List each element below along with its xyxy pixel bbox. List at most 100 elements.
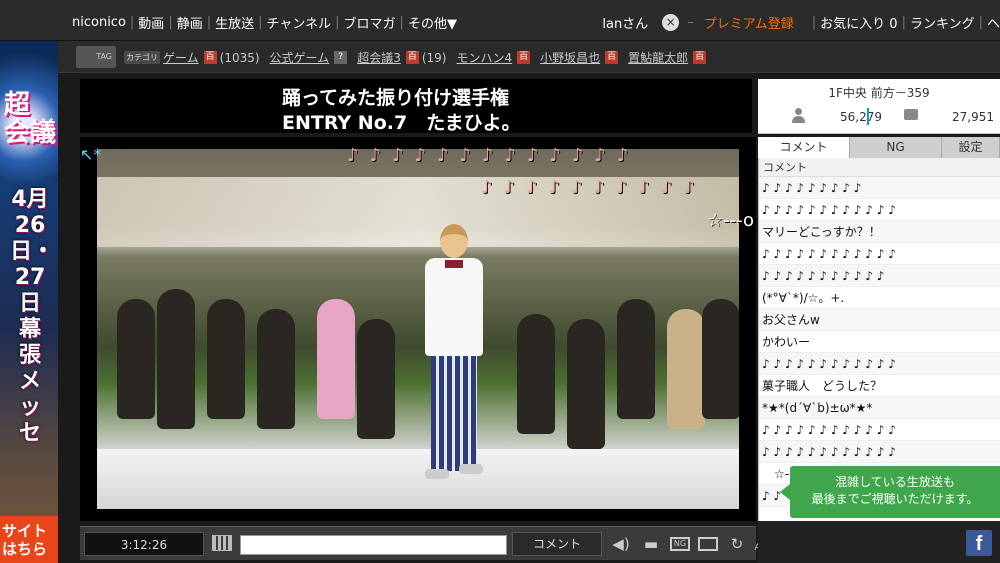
reload-icon[interactable]: ↻ [726,533,748,555]
ad-footer-link[interactable]: サイトはちら [0,516,58,563]
facebook-icon[interactable]: f [966,530,992,556]
tag-icon: TAG [76,46,116,68]
tab-ng[interactable]: NG [850,137,942,158]
side-panel-tabs: コメント NG 設定 [758,137,1000,158]
tag-link-monhan4[interactable]: モンハン4 [456,49,512,66]
user-name[interactable]: lanさん [602,13,648,32]
tag-item: 小野坂昌也 百 [540,49,619,66]
global-nav-left: niconico | 動画 | 静画 | 生放送 | チャンネル | ブロマガ | その他▼ [68,13,461,32]
comment-count: 27,951 [952,110,994,124]
nav-blomaga[interactable]: ブロマガ [340,13,400,32]
list-item[interactable]: マリーどこっすか？！ [759,221,1000,243]
video-crowd [317,299,355,419]
comment-input[interactable] [240,535,507,555]
video-crowd [702,299,739,419]
comment-overlay-row: ♪♪♪♪♪♪♪♪♪♪♪♪♪ [347,145,640,166]
dictionary-icon[interactable]: ? [334,51,348,64]
viewers-icon [791,108,805,124]
volume-icon[interactable]: ◀) [610,533,632,555]
comment-list-header: コメント [759,158,1000,177]
dictionary-icon[interactable]: 百 [203,51,217,64]
comment-rows: ♪ ♪ ♪ ♪ ♪ ♪ ♪ ♪ ♪ ♪ ♪ ♪ ♪ ♪ ♪ ♪ ♪ ♪ ♪ ♪ … [759,177,1000,507]
tag-link-onosaka[interactable]: 小野坂昌也 [540,49,600,66]
ng-settings-icon[interactable]: NG [670,537,690,551]
video-crowd [357,319,395,439]
dictionary-icon[interactable]: 百 [605,51,619,64]
comment-submit-button[interactable]: コメント [512,532,602,556]
video-frame[interactable] [97,149,739,509]
tag-item: カテゴリ ゲーム 百 (1035) [124,49,260,66]
comment-toggle-icon[interactable]: ▬ [640,533,662,555]
ad-logo: 超会議 [4,90,57,148]
dictionary-icon[interactable]: 百 [517,51,531,64]
comment-overlay-row: ♪♪♪♪♪♪♪♪♪♪ [481,177,706,198]
stream-title-line1: 踊ってみた振り付け選手権 [282,87,510,109]
global-nav-right: lanさん × – プレミアム登録 | お気に入り 0 | ランキング | ヘ [602,13,1000,32]
viewer-count: 56,279 [840,110,882,124]
tab-comment[interactable]: コメント [758,137,850,158]
video-crowd [157,289,195,429]
tag-item: モンハン4 百 [456,49,531,66]
tag-link-chokaigi3[interactable]: 超会議3 [357,49,401,66]
tag-item: 公式ゲーム ? [270,49,348,66]
tag-list: カテゴリ ゲーム 百 (1035) 公式ゲーム ? 超会議3 百 (19) モン… [124,49,716,66]
video-crowd [567,319,605,449]
comment-overlay-arrow: ↖* [80,145,102,164]
notice-line2: 最後までご視聴いただけます。 [811,492,979,506]
stream-title-line2: ENTRY No.7 たまひよ。 [282,112,521,134]
nav-seiga[interactable]: 静画 [173,13,207,32]
bottom-right-area [758,521,1000,563]
elapsed-time: 3:12:26 [84,532,204,556]
list-item[interactable]: お父さんw [759,309,1000,331]
video-dancer [407,224,497,494]
video-crowd [117,299,155,419]
seat-location: 1F中央 前方－359 [828,86,930,100]
crowded-stream-notice[interactable]: 混雑している生放送も 最後までご視聴いただけます。 [780,466,1000,518]
tag-link-okiayu[interactable]: 置鮎龍太郎 [628,49,688,66]
list-item[interactable]: ♪ ♪ ♪ ♪ ♪ ♪ ♪ ♪ ♪ ♪ ♪ ♪ [759,199,1000,221]
list-item[interactable]: ♪ ♪ ♪ ♪ ♪ ♪ ♪ ♪ ♪ [759,177,1000,199]
dictionary-icon[interactable]: 百 [693,51,707,64]
video-crowd [517,314,555,434]
list-item[interactable]: ♪ ♪ ♪ ♪ ♪ ♪ ♪ ♪ ♪ ♪ ♪ [759,265,1000,287]
niconico-live-page: niconico | 動画 | 静画 | 生放送 | チャンネル | ブロマガ | その他▼… [0,0,1000,563]
nav-video[interactable]: 動画 [134,13,168,32]
nav-channel[interactable]: チャンネル [263,13,336,32]
list-item[interactable]: ♪ ♪ ♪ ♪ ♪ ♪ ♪ ♪ ♪ ♪ ♪ ♪ [759,243,1000,265]
tab-settings[interactable]: 設定 [942,137,1000,158]
list-item[interactable]: *★*(d´∀`b)±ω*★* [759,397,1000,419]
nav-niconico[interactable]: niconico [68,15,130,30]
favorites-link[interactable]: お気に入り 0 [820,13,897,32]
ranking-link[interactable]: ランキング [910,13,975,32]
list-item[interactable]: ♪ ♪ ♪ ♪ ♪ ♪ ♪ ♪ ♪ ♪ ♪ ♪ [759,419,1000,441]
nav-other-menu[interactable]: その他▼ [404,13,461,32]
tag-bar: TAG カテゴリ ゲーム 百 (1035) 公式ゲーム ? 超会議3 百 (19… [58,41,1000,73]
list-item[interactable]: ♪ ♪ ♪ ♪ ♪ ♪ ♪ ♪ ♪ ♪ ♪ ♪ [759,353,1000,375]
close-icon[interactable]: × [662,14,680,31]
list-item[interactable]: (*°∀`*)/☆。+. [759,287,1000,309]
video-crowd [207,299,245,419]
list-item[interactable]: ♪ ♪ ♪ ♪ ♪ ♪ ♪ ♪ ♪ ♪ ♪ ♪ [759,441,1000,463]
list-item[interactable]: かわいー [759,331,1000,353]
stream-info-panel: 1F中央 前方－359 56,279 27,951 [758,79,1000,134]
player-control-bar: 3:12:26 コメント ◀) ▬ NG ↻ APP [80,526,772,560]
nav-live[interactable]: 生放送 [211,13,258,32]
tag-count: (1035) [219,50,260,65]
dictionary-icon[interactable]: 百 [405,51,419,64]
video-crowd [617,299,655,419]
video-player[interactable]: ↖* ♪♪♪♪♪♪♪♪♪♪♪♪♪ ♪♪♪♪♪♪♪♪♪♪ ☆---o [80,137,756,521]
stream-title-banner: 踊ってみた振り付け選手権 ENTRY No.7 たまひよ。 [80,79,752,134]
tag-link-official-game[interactable]: 公式ゲーム [270,49,330,66]
comment-overlay-star: ☆---o [707,210,754,231]
premium-register-link[interactable]: プレミアム登録 [704,13,794,32]
help-link[interactable]: ヘ [987,13,1000,32]
list-item[interactable]: 菓子職人 どうした？ [759,375,1000,397]
tag-count: (19) [421,50,447,65]
tag-category-badge: カテゴリ [124,51,160,64]
left-advertisement[interactable]: 超会議 4月26日・27日幕張メッセ サイトはちら [0,41,58,563]
keyboard-icon[interactable] [212,535,232,551]
tag-link-game[interactable]: ゲーム [163,49,199,66]
notice-line1: 混雑している生放送も [835,475,955,489]
comments-icon [904,109,918,120]
screen-size-icon[interactable] [698,537,718,551]
